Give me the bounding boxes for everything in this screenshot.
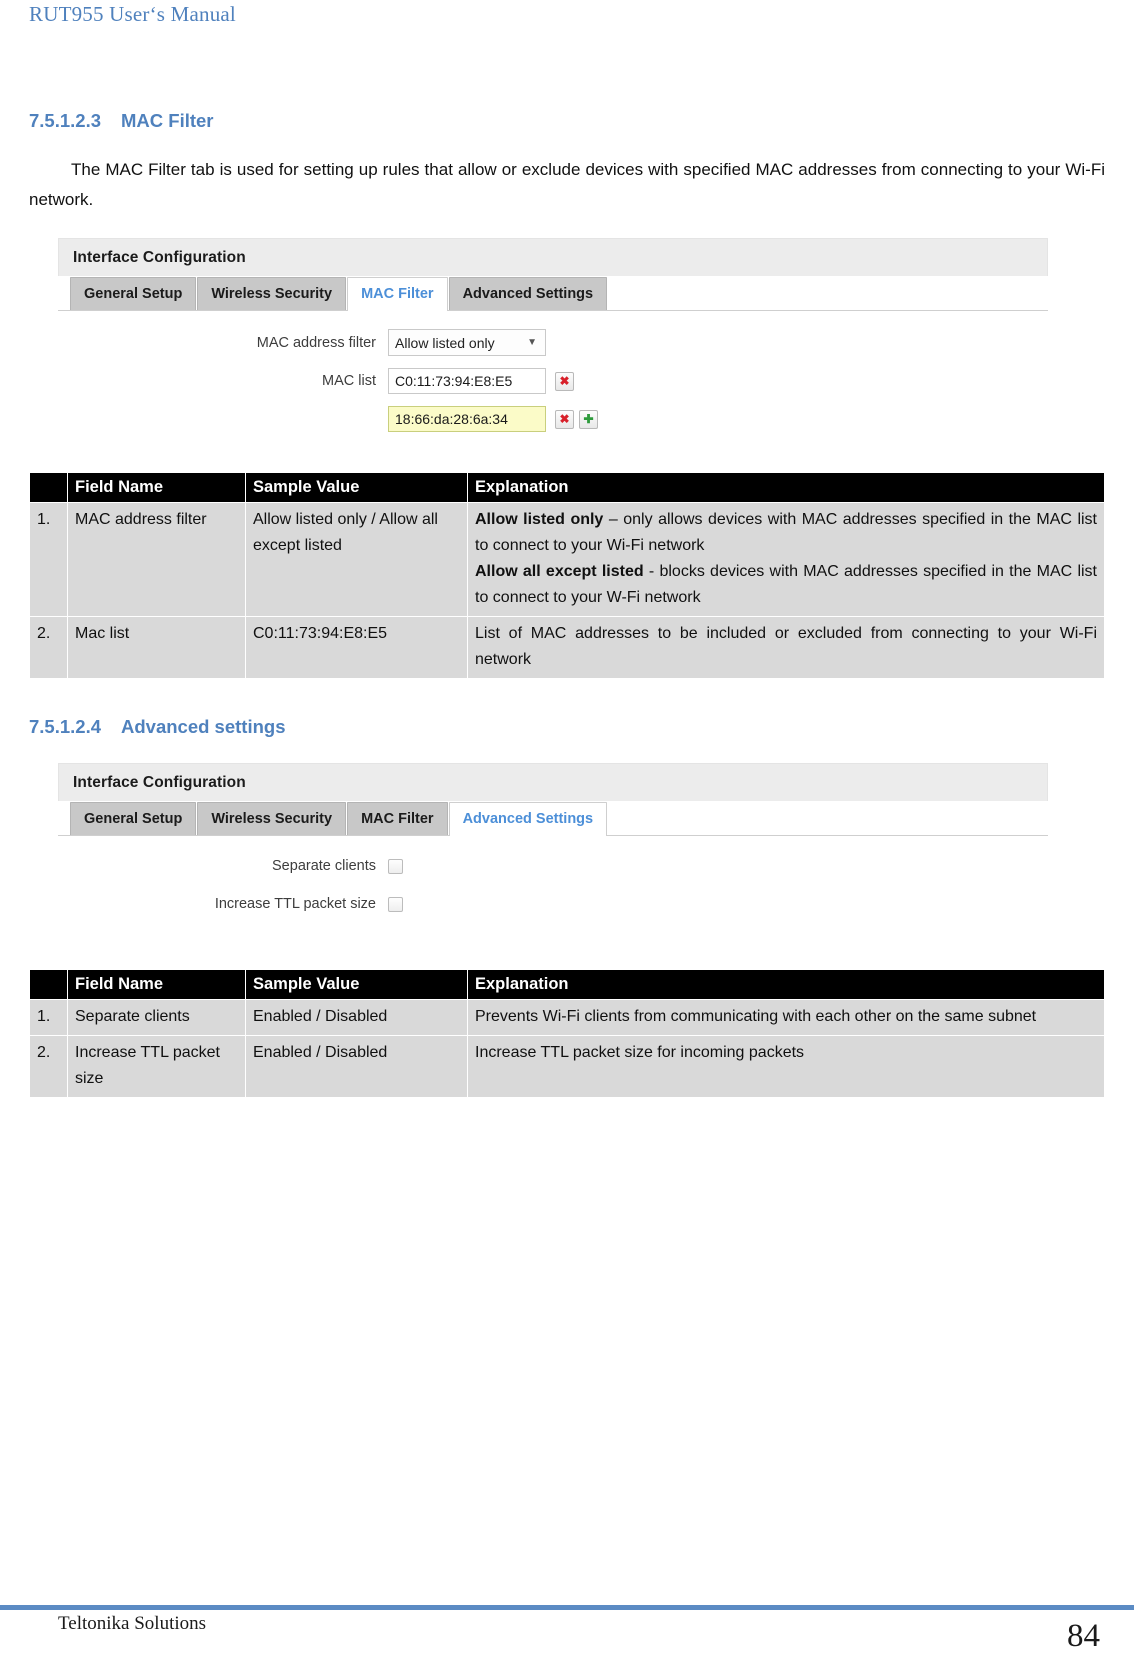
table-row: 2. Increase TTL packet size Enabled / Di… <box>29 1035 1105 1098</box>
cell-index: 2. <box>29 616 68 679</box>
cell-field-name: MAC address filter <box>67 502 246 617</box>
explanation-line-2: Allow all except listed - blocks devices… <box>475 563 1097 606</box>
col-header-index <box>29 472 68 503</box>
cell-explanation: List of MAC addresses to be included or … <box>467 616 1105 679</box>
remove-icon[interactable]: ✖ <box>555 409 574 429</box>
heading-title-mac-filter: MAC Filter <box>121 110 214 131</box>
heading-mac-filter: 7.5.1.2.3 MAC Filter <box>29 110 214 132</box>
advanced-settings-table: Field Name Sample Value Explanation 1. S… <box>29 969 1105 1098</box>
cell-field-name: Increase TTL packet size <box>67 1035 246 1098</box>
cell-sample-value: C0:11:73:94:E8:E5 <box>245 616 468 679</box>
cell-sample-value: Allow listed only / Allow all except lis… <box>245 502 468 617</box>
col-header-field-name: Field Name <box>67 969 246 1000</box>
mac-list-row-1: MAC list C0:11:73:94:E8:E5 ✖ <box>58 368 1048 394</box>
col-header-sample-value: Sample Value <box>245 969 468 1000</box>
col-header-sample-value: Sample Value <box>245 472 468 503</box>
cell-index: 2. <box>29 1035 68 1098</box>
heading-number-mac-filter: 7.5.1.2.3 <box>29 110 102 131</box>
advanced-settings-tabstrip[interactable]: General Setup Wireless Security MAC Filt… <box>58 801 1048 836</box>
explanation-term: Allow all except listed <box>475 563 644 580</box>
col-header-field-name: Field Name <box>67 472 246 503</box>
mac-address-filter-value: Allow listed only <box>395 334 495 351</box>
separate-clients-checkbox[interactable] <box>388 858 403 874</box>
mac-list-input-2[interactable]: 18:66:da:28:6a:34 <box>388 406 546 432</box>
advanced-settings-form: Separate clients Increase TTL packet siz… <box>58 836 1048 934</box>
table-row: 1. MAC address filter Allow listed only … <box>29 502 1105 617</box>
mac-address-filter-label: MAC address filter <box>256 334 376 351</box>
table-header-row: Field Name Sample Value Explanation <box>29 969 1105 1000</box>
col-header-explanation: Explanation <box>467 969 1105 1000</box>
advanced-settings-ui-screenshot: Interface Configuration General Setup Wi… <box>58 763 1048 934</box>
document-page: RUT955 User‘s Manual 7.5.1.2.3 MAC Filter… <box>0 0 1134 1654</box>
mac-list-input-1[interactable]: C0:11:73:94:E8:E5 <box>388 368 546 394</box>
intro-paragraph-mac-filter: The MAC Filter tab is used for setting u… <box>29 160 1105 209</box>
mac-list-row-2: 18:66:da:28:6a:34 ✖ ✚ <box>58 406 1048 432</box>
increase-ttl-label: Increase TTL packet size <box>214 896 376 912</box>
tab-general-setup[interactable]: General Setup <box>70 277 197 310</box>
mac-filter-table: Field Name Sample Value Explanation 1. M… <box>29 472 1105 679</box>
chevron-down-icon: ▼ <box>527 337 537 348</box>
col-header-explanation: Explanation <box>467 472 1105 503</box>
cell-explanation: Increase TTL packet size for incoming pa… <box>467 1035 1105 1098</box>
tab-wireless-security[interactable]: Wireless Security <box>197 802 347 835</box>
cell-field-name: Mac list <box>67 616 246 679</box>
explanation-term: Allow listed only <box>475 511 604 528</box>
tab-mac-filter[interactable]: MAC Filter <box>347 277 448 311</box>
explanation-line-1: Allow listed only – only allows devices … <box>475 511 1097 554</box>
cell-index: 1. <box>29 502 68 617</box>
add-icon[interactable]: ✚ <box>579 409 598 429</box>
separate-clients-row: Separate clients <box>58 858 1048 874</box>
mac-list-label: MAC list <box>322 373 376 389</box>
mac-address-filter-row: MAC address filter Allow listed only ▼ <box>58 329 1048 356</box>
cell-explanation: Prevents Wi-Fi clients from communicatin… <box>467 999 1105 1036</box>
table-row: 2. Mac list C0:11:73:94:E8:E5 List of MA… <box>29 616 1105 679</box>
heading-number-advanced-settings: 7.5.1.2.4 <box>29 716 102 737</box>
increase-ttl-row: Increase TTL packet size <box>58 896 1048 912</box>
footer-divider <box>0 1605 1134 1610</box>
tab-mac-filter[interactable]: MAC Filter <box>347 802 448 835</box>
cell-field-name: Separate clients <box>67 999 246 1036</box>
mac-filter-tabstrip[interactable]: General Setup Wireless Security MAC Filt… <box>58 276 1048 311</box>
mac-filter-ui-screenshot: Interface Configuration General Setup Wi… <box>58 238 1048 454</box>
cell-explanation: Allow listed only – only allows devices … <box>467 502 1105 617</box>
mac-filter-form: MAC address filter Allow listed only ▼ M… <box>58 311 1048 454</box>
table-row: 1. Separate clients Enabled / Disabled P… <box>29 999 1105 1036</box>
footer-company: Teltonika Solutions <box>58 1613 207 1634</box>
cell-sample-value: Enabled / Disabled <box>245 999 468 1036</box>
cell-sample-value: Enabled / Disabled <box>245 1035 468 1098</box>
col-header-index <box>29 969 68 1000</box>
table-header-row: Field Name Sample Value Explanation <box>29 472 1105 503</box>
mac-filter-panel-title: Interface Configuration <box>58 238 1048 276</box>
remove-icon[interactable]: ✖ <box>555 371 574 391</box>
mac-address-filter-select[interactable]: Allow listed only ▼ <box>388 329 546 356</box>
tab-advanced-settings[interactable]: Advanced Settings <box>448 802 608 836</box>
tab-general-setup[interactable]: General Setup <box>70 802 197 835</box>
advanced-settings-panel-title: Interface Configuration <box>58 763 1048 801</box>
separate-clients-label: Separate clients <box>272 858 376 874</box>
heading-advanced-settings: 7.5.1.2.4 Advanced settings <box>29 716 286 738</box>
page-number: 84 <box>1067 1618 1100 1654</box>
increase-ttl-checkbox[interactable] <box>388 896 403 912</box>
cell-index: 1. <box>29 999 68 1036</box>
tab-wireless-security[interactable]: Wireless Security <box>197 277 347 310</box>
running-header: RUT955 User‘s Manual <box>29 2 236 26</box>
heading-title-advanced-settings: Advanced settings <box>121 716 286 737</box>
tab-advanced-settings[interactable]: Advanced Settings <box>448 277 608 310</box>
